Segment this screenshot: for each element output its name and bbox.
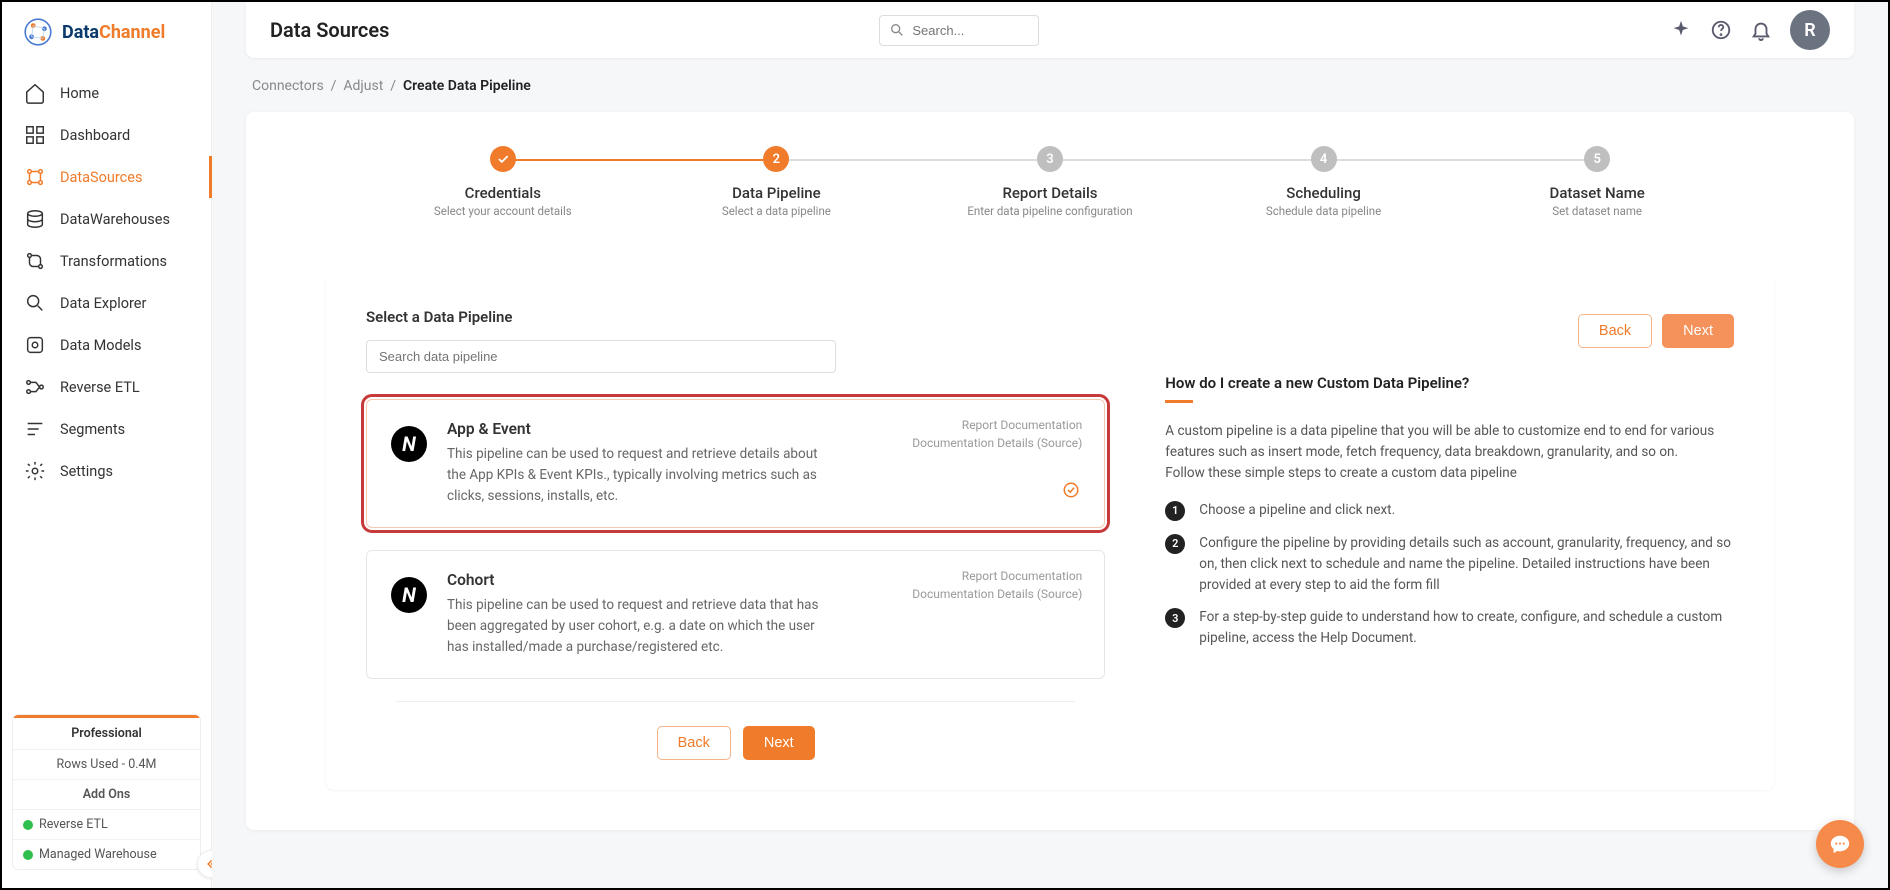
addon-item: Managed Warehouse bbox=[13, 839, 200, 869]
sidebar-item-label: Data Explorer bbox=[60, 295, 146, 312]
section-title: Select a Data Pipeline bbox=[366, 308, 836, 326]
sidebar-item-label: Segments bbox=[60, 421, 125, 438]
pipeline-panel: Select a Data Pipeline N App & Event Thi… bbox=[326, 272, 1774, 790]
chat-fab[interactable] bbox=[1816, 820, 1864, 868]
pipeline-card-app-event[interactable]: N App & Event This pipeline can be used … bbox=[366, 399, 1105, 528]
sidebar-item-label: Settings bbox=[60, 463, 113, 480]
warehouses-icon bbox=[24, 208, 46, 230]
step-dataset-name[interactable]: 5 Dataset Name Set dataset name bbox=[1460, 146, 1734, 218]
breadcrumb-current: Create Data Pipeline bbox=[403, 78, 531, 94]
pipeline-name: App & Event bbox=[447, 420, 827, 438]
pipeline-desc: This pipeline can be used to request and… bbox=[447, 444, 827, 507]
sidebar-item-home[interactable]: Home bbox=[2, 72, 211, 114]
main: Data Sources R Connectors / Adjust / Cre… bbox=[212, 2, 1888, 888]
pipeline-name: Cohort bbox=[447, 571, 827, 589]
report-documentation-link[interactable]: Report Documentation bbox=[962, 418, 1083, 432]
back-button-top[interactable]: Back bbox=[1578, 314, 1652, 348]
search-wrap bbox=[879, 15, 1039, 46]
help-icon[interactable] bbox=[1710, 19, 1732, 41]
sparkle-icon[interactable] bbox=[1670, 19, 1692, 41]
check-icon bbox=[490, 146, 516, 172]
addon-item: Reverse ETL bbox=[13, 809, 200, 839]
sidebar-item-label: DataWarehouses bbox=[60, 211, 170, 228]
wizard-card: Credentials Select your account details … bbox=[246, 112, 1854, 830]
adjust-icon: N bbox=[391, 577, 427, 613]
sidebar-item-label: Reverse ETL bbox=[60, 379, 140, 396]
explorer-icon bbox=[24, 292, 46, 314]
sidebar: DataChannel Home Dashboard DataSources D… bbox=[2, 2, 212, 888]
logo-icon bbox=[22, 16, 54, 48]
pipeline-card-cohort[interactable]: N Cohort This pipeline can be used to re… bbox=[366, 550, 1105, 679]
check-dot-icon bbox=[23, 850, 33, 860]
pipeline-search-input[interactable] bbox=[366, 340, 836, 373]
page-title: Data Sources bbox=[270, 18, 389, 42]
sidebar-item-transformations[interactable]: Transformations bbox=[2, 240, 211, 282]
check-dot-icon bbox=[23, 820, 33, 830]
step-report-details[interactable]: 3 Report Details Enter data pipeline con… bbox=[913, 146, 1187, 218]
next-button[interactable]: Next bbox=[743, 726, 815, 760]
help-intro: A custom pipeline is a data pipeline tha… bbox=[1165, 421, 1734, 484]
sidebar-item-label: Dashboard bbox=[60, 127, 130, 144]
sidebar-item-reverse-etl[interactable]: Reverse ETL bbox=[2, 366, 211, 408]
bell-icon[interactable] bbox=[1750, 19, 1772, 41]
help-step: For a step-by-step guide to understand h… bbox=[1165, 607, 1734, 649]
logo[interactable]: DataChannel bbox=[2, 16, 211, 66]
logo-text: DataChannel bbox=[62, 22, 165, 43]
report-documentation-link[interactable]: Report Documentation bbox=[962, 569, 1083, 583]
sidebar-item-label: Data Models bbox=[60, 337, 141, 354]
pipeline-doc-links: Report Documentation Documentation Detai… bbox=[912, 567, 1082, 603]
breadcrumb-link[interactable]: Connectors bbox=[252, 78, 324, 94]
avatar[interactable]: R bbox=[1790, 10, 1830, 50]
plan-rows-used: Rows Used - 0.4M bbox=[13, 749, 200, 779]
step-data-pipeline[interactable]: 2 Data Pipeline Select a data pipeline bbox=[640, 146, 914, 218]
documentation-details-link[interactable]: Documentation Details (Source) bbox=[912, 587, 1082, 601]
adjust-icon: N bbox=[391, 426, 427, 462]
help-underline bbox=[1165, 400, 1193, 403]
nav-list: Home Dashboard DataSources DataWarehouse… bbox=[2, 66, 211, 498]
stepper: Credentials Select your account details … bbox=[246, 146, 1854, 248]
sidebar-item-datasources[interactable]: DataSources bbox=[2, 156, 211, 198]
help-step: Choose a pipeline and click next. bbox=[1165, 500, 1734, 521]
sidebar-item-warehouses[interactable]: DataWarehouses bbox=[2, 198, 211, 240]
search-icon bbox=[889, 22, 905, 38]
sidebar-item-label: Transformations bbox=[60, 253, 167, 270]
documentation-details-link[interactable]: Documentation Details (Source) bbox=[912, 436, 1082, 450]
models-icon bbox=[24, 334, 46, 356]
divider bbox=[396, 701, 1075, 702]
plan-tier: Professional bbox=[13, 715, 200, 749]
next-button-top[interactable]: Next bbox=[1662, 314, 1734, 348]
help-steps: Choose a pipeline and click next. Config… bbox=[1165, 500, 1734, 650]
step-credentials[interactable]: Credentials Select your account details bbox=[366, 146, 640, 218]
back-button[interactable]: Back bbox=[657, 726, 731, 760]
sidebar-item-settings[interactable]: Settings bbox=[2, 450, 211, 492]
home-icon bbox=[24, 82, 46, 104]
dashboard-icon bbox=[24, 124, 46, 146]
sidebar-item-dashboard[interactable]: Dashboard bbox=[2, 114, 211, 156]
help-step: Configure the pipeline by providing deta… bbox=[1165, 533, 1734, 596]
segments-icon bbox=[24, 418, 46, 440]
sidebar-item-segments[interactable]: Segments bbox=[2, 408, 211, 450]
selected-check-icon bbox=[1062, 481, 1080, 499]
breadcrumb: Connectors / Adjust / Create Data Pipeli… bbox=[246, 68, 1854, 112]
breadcrumb-link[interactable]: Adjust bbox=[343, 78, 383, 94]
topbar: Data Sources R bbox=[246, 2, 1854, 58]
sidebar-item-label: Home bbox=[60, 85, 99, 102]
sidebar-item-explorer[interactable]: Data Explorer bbox=[2, 282, 211, 324]
transformations-icon bbox=[24, 250, 46, 272]
sidebar-item-label: DataSources bbox=[60, 169, 142, 186]
sidebar-item-models[interactable]: Data Models bbox=[2, 324, 211, 366]
pipeline-doc-links: Report Documentation Documentation Detai… bbox=[912, 416, 1082, 452]
datasources-icon bbox=[24, 166, 46, 188]
plan-addons-label: Add Ons bbox=[13, 779, 200, 809]
help-title: How do I create a new Custom Data Pipeli… bbox=[1165, 374, 1734, 392]
step-scheduling[interactable]: 4 Scheduling Schedule data pipeline bbox=[1187, 146, 1461, 218]
reverse-etl-icon bbox=[24, 376, 46, 398]
gear-icon bbox=[24, 460, 46, 482]
pipeline-desc: This pipeline can be used to request and… bbox=[447, 595, 827, 658]
plan-card: Professional Rows Used - 0.4M Add Ons Re… bbox=[2, 704, 211, 888]
